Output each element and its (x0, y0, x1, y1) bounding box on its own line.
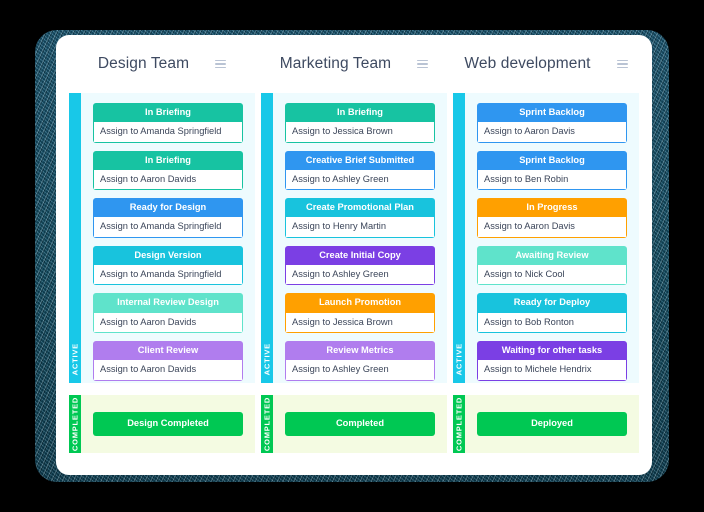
task-card-title: Create Promotional Plan (285, 198, 435, 218)
task-card-title: Internal Review Design (93, 293, 243, 313)
task-card-title: Ready for Design (93, 198, 243, 218)
task-card-title: In Briefing (93, 150, 243, 170)
completed-lane-2: COMPLETED Deployed (453, 395, 639, 453)
completed-lane-bar: COMPLETED (261, 395, 273, 453)
task-card-assignee: Assign to Ashley Green (285, 265, 435, 286)
active-lane-2: ACTIVE Sprint Backlog Assign to Aaron Da… (453, 93, 639, 383)
task-card-title: Create Initial Copy (285, 245, 435, 266)
task-card-assignee: Assign to Nick Cool (477, 265, 627, 286)
active-lane-label: ACTIVE (70, 342, 80, 375)
hamburger-icon[interactable] (417, 60, 429, 68)
task-card[interactable]: Waiting for other tasks Assign to Michel… (477, 340, 627, 381)
hamburger-icon[interactable] (616, 60, 628, 68)
task-card-assignee: Assign to Jessica Brown (285, 312, 435, 333)
active-lane-bar: ACTIVE (453, 93, 465, 383)
task-card[interactable]: Ready for Deploy Assign to Bob Ronton (477, 293, 627, 333)
column-header-2: Web development (453, 35, 639, 93)
task-card-assignee: Assign to Jessica Brown (285, 122, 435, 143)
task-card-title: In Briefing (93, 103, 243, 123)
task-card[interactable]: Client Review Assign to Aaron Davids (93, 340, 243, 381)
task-card-assignee: Assign to Aaron Davids (93, 169, 243, 191)
task-card-assignee: Assign to Ben Robin (477, 169, 627, 191)
active-lane-1: ACTIVE In Briefing Assign to Jessica Bro… (261, 93, 447, 383)
task-card-title: Waiting for other tasks (477, 340, 627, 361)
task-card-title: Review Metrics (285, 340, 435, 361)
task-card-assignee: Assign to Henry Martin (285, 217, 435, 238)
task-card-assignee: Assign to Aaron Davis (477, 122, 627, 143)
completed-lane-label: COMPLETED (262, 396, 272, 452)
task-card-title: Ready for Deploy (477, 293, 627, 313)
column-header-row: Design Team Marketing Team Web developme… (56, 35, 652, 93)
column-title: Design Team (97, 55, 190, 72)
task-card-assignee: Assign to Amanda Springfield (93, 217, 243, 238)
task-card-title: Client Review (93, 340, 243, 361)
task-card-title: Sprint Backlog (477, 150, 627, 170)
completed-card[interactable]: Deployed (477, 412, 627, 436)
active-lane-bar: ACTIVE (261, 93, 273, 383)
task-card[interactable]: Ready for Design Assign to Amanda Spring… (93, 198, 243, 238)
completed-lane-cards: Deployed (465, 395, 639, 453)
task-card-title: Sprint Backlog (477, 103, 627, 123)
column-title: Web development (464, 55, 591, 72)
task-card[interactable]: Creative Brief Submitted Assign to Ashle… (285, 150, 435, 191)
completed-lane-1: COMPLETED Completed (261, 395, 447, 453)
active-lane-label: ACTIVE (262, 342, 272, 375)
completed-lane-cards: Design Completed (81, 395, 255, 453)
task-card[interactable]: In Progress Assign to Aaron Davis (477, 198, 627, 238)
task-card[interactable]: Launch Promotion Assign to Jessica Brown (285, 293, 435, 333)
task-card[interactable]: Sprint Backlog Assign to Aaron Davis (477, 103, 627, 143)
completed-lanes-row: COMPLETED Design Completed COMPLETED Com… (56, 395, 652, 453)
task-card[interactable]: Create Initial Copy Assign to Ashley Gre… (285, 245, 435, 286)
task-card-assignee: Assign to Aaron Davids (93, 312, 243, 333)
completed-card[interactable]: Design Completed (93, 412, 243, 436)
task-card[interactable]: Create Promotional Plan Assign to Henry … (285, 198, 435, 238)
task-card-assignee: Assign to Amanda Springfield (93, 265, 243, 286)
task-card-assignee: Assign to Ashley Green (285, 169, 435, 191)
active-lane-cards: In Briefing Assign to Jessica Brown Crea… (273, 93, 447, 383)
active-lane-cards: In Briefing Assign to Amanda Springfield… (81, 93, 255, 383)
task-card-title: In Progress (477, 198, 627, 218)
task-card[interactable]: In Briefing Assign to Aaron Davids (93, 150, 243, 191)
task-card[interactable]: Design Version Assign to Amanda Springfi… (93, 245, 243, 286)
column-title: Marketing Team (279, 55, 392, 72)
active-lane-0: ACTIVE In Briefing Assign to Amanda Spri… (69, 93, 255, 383)
column-header-1: Marketing Team (261, 35, 447, 93)
hamburger-icon[interactable] (215, 60, 227, 68)
task-card-assignee: Assign to Aaron Davis (477, 217, 627, 238)
task-card-title: Creative Brief Submitted (285, 150, 435, 170)
completed-lane-cards: Completed (273, 395, 447, 453)
task-card-title: Awaiting Review (477, 245, 627, 266)
active-lanes-row: ACTIVE In Briefing Assign to Amanda Spri… (56, 93, 652, 383)
task-card[interactable]: Review Metrics Assign to Ashley Green (285, 340, 435, 381)
task-card-assignee: Assign to Aaron Davids (93, 360, 243, 381)
task-card[interactable]: In Briefing Assign to Jessica Brown (285, 103, 435, 143)
completed-lane-label: COMPLETED (70, 396, 80, 452)
task-card-assignee: Assign to Amanda Springfield (93, 122, 243, 143)
task-card[interactable]: Internal Review Design Assign to Aaron D… (93, 293, 243, 333)
task-card-title: In Briefing (285, 103, 435, 123)
active-lane-cards: Sprint Backlog Assign to Aaron Davis Spr… (465, 93, 639, 383)
completed-lane-bar: COMPLETED (69, 395, 81, 453)
task-card-assignee: Assign to Ashley Green (285, 360, 435, 381)
task-card-assignee: Assign to Bob Ronton (477, 312, 627, 333)
completed-lane-0: COMPLETED Design Completed (69, 395, 255, 453)
completed-card[interactable]: Completed (285, 412, 435, 436)
completed-lane-bar: COMPLETED (453, 395, 465, 453)
task-card[interactable]: Sprint Backlog Assign to Ben Robin (477, 150, 627, 191)
task-card[interactable]: In Briefing Assign to Amanda Springfield (93, 103, 243, 143)
task-card-title: Launch Promotion (285, 293, 435, 313)
task-card-title: Design Version (93, 245, 243, 266)
completed-lane-label: COMPLETED (454, 396, 464, 452)
column-header-0: Design Team (69, 35, 255, 93)
task-card-assignee: Assign to Michele Hendrix (477, 360, 627, 381)
task-card[interactable]: Awaiting Review Assign to Nick Cool (477, 245, 627, 286)
kanban-board: Design Team Marketing Team Web developme… (56, 35, 652, 475)
active-lane-bar: ACTIVE (69, 93, 81, 383)
active-lane-label: ACTIVE (454, 342, 464, 375)
